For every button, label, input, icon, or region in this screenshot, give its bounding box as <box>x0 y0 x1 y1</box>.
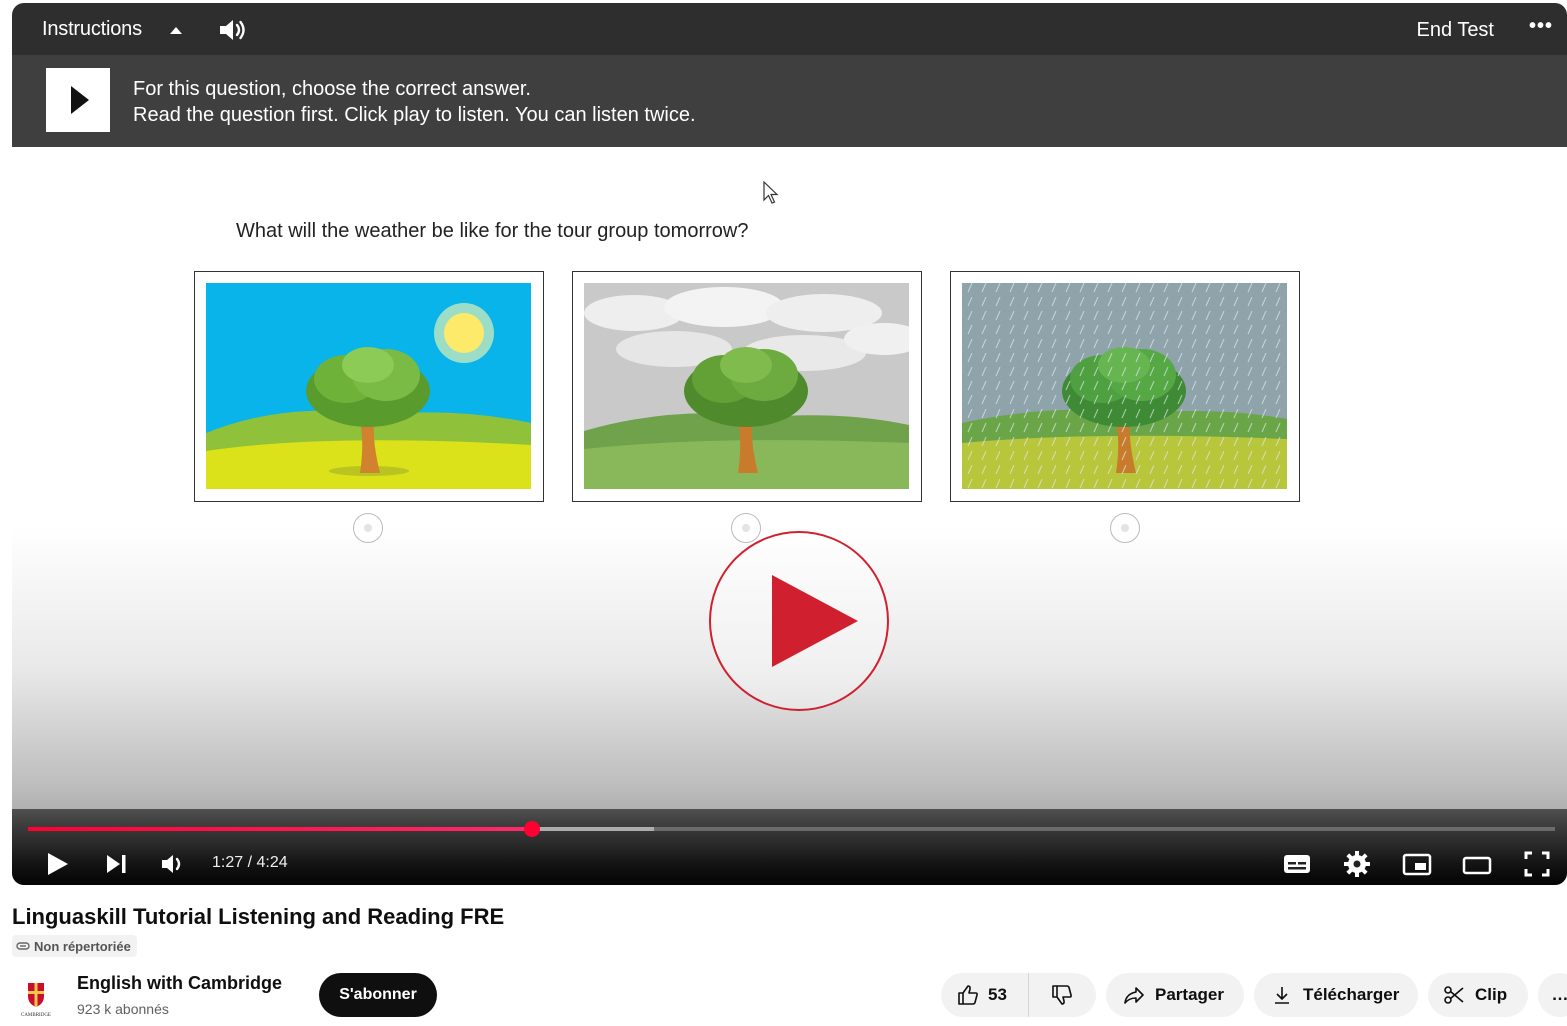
subscriber-count: 923 k abonnés <box>77 1001 169 1017</box>
played-bar <box>28 827 532 831</box>
scissors-icon <box>1444 986 1464 1004</box>
subtitles-icon[interactable] <box>1280 847 1314 881</box>
question-stage: What will the weather be like for the to… <box>12 147 1567 885</box>
scrubber-handle[interactable] <box>523 821 540 837</box>
more-actions-button[interactable]: … <box>1538 973 1567 1017</box>
play-icon <box>71 86 89 114</box>
clip-label: Clip <box>1475 985 1508 1004</box>
rainy-weather-image <box>962 283 1287 489</box>
like-dislike-group: 53 <box>941 973 1096 1017</box>
next-icon[interactable] <box>100 847 134 881</box>
link-icon <box>16 942 30 950</box>
channel-name[interactable]: English with Cambridge <box>77 973 282 994</box>
player-controls: 1:27 / 4:24 <box>12 809 1567 885</box>
sunny-weather-image <box>206 283 531 489</box>
dislike-button[interactable] <box>1029 973 1095 1017</box>
cloudy-weather-image <box>584 283 909 489</box>
download-button[interactable]: Télécharger <box>1254 973 1418 1017</box>
answer-radio-3[interactable] <box>1110 513 1140 543</box>
settings-gear-icon[interactable] <box>1340 847 1374 881</box>
test-toolbar: Instructions End Test ••• <box>12 3 1567 55</box>
share-button[interactable]: Partager <box>1106 973 1244 1017</box>
visibility-badge: Non répertoriée <box>12 935 137 957</box>
clip-button[interactable]: Clip <box>1428 973 1528 1017</box>
answer-option-rainy[interactable] <box>950 271 1300 502</box>
download-icon <box>1275 987 1289 1004</box>
visibility-label: Non répertoriée <box>34 938 131 954</box>
test-more-button[interactable]: ••• <box>1529 15 1553 38</box>
video-title: Linguaskill Tutorial Listening and Readi… <box>12 904 505 929</box>
theater-mode-icon[interactable] <box>1460 847 1494 881</box>
subscribe-button[interactable]: S'abonner <box>319 973 437 1017</box>
answer-radio-1[interactable] <box>353 513 383 543</box>
channel-logo-caption: CAMBRIDGE <box>21 1013 51 1018</box>
time-display: 1:27 / 4:24 <box>212 854 288 871</box>
thumbs-down-icon <box>1052 985 1072 1005</box>
thumbs-up-icon <box>958 985 978 1005</box>
instruction-text: For this question, choose the correct an… <box>133 78 531 100</box>
volume-icon[interactable] <box>157 847 191 881</box>
like-button[interactable]: 53 <box>941 973 1029 1017</box>
instructions-panel: For this question, choose the correct an… <box>12 55 1567 147</box>
instruction-text: Read the question first. Click play to l… <box>133 104 696 126</box>
mouse-cursor-icon <box>763 181 779 204</box>
audio-play-button[interactable] <box>46 68 110 132</box>
instructions-toggle[interactable]: Instructions <box>42 18 142 41</box>
question-text: What will the weather be like for the to… <box>236 220 749 242</box>
answer-radio-2[interactable] <box>731 513 761 543</box>
volume-icon[interactable] <box>218 17 248 43</box>
answer-option-cloudy[interactable] <box>572 271 922 502</box>
progress-bar[interactable] <box>28 821 1555 837</box>
play-icon[interactable] <box>40 847 74 881</box>
like-count: 53 <box>988 985 1007 1004</box>
caret-up-icon[interactable] <box>170 27 182 34</box>
big-play-button[interactable] <box>709 531 889 711</box>
share-icon <box>1124 987 1144 1004</box>
miniplayer-icon[interactable] <box>1400 847 1434 881</box>
answer-option-sunny[interactable] <box>194 271 544 502</box>
end-test-button[interactable]: End Test <box>1417 19 1494 42</box>
download-label: Télécharger <box>1303 985 1400 1004</box>
fullscreen-icon[interactable] <box>1520 847 1554 881</box>
channel-avatar[interactable]: CAMBRIDGE <box>14 976 58 1020</box>
play-icon <box>772 575 858 667</box>
video-player[interactable]: Instructions End Test ••• For this quest… <box>12 3 1567 885</box>
share-label: Partager <box>1155 985 1224 1004</box>
